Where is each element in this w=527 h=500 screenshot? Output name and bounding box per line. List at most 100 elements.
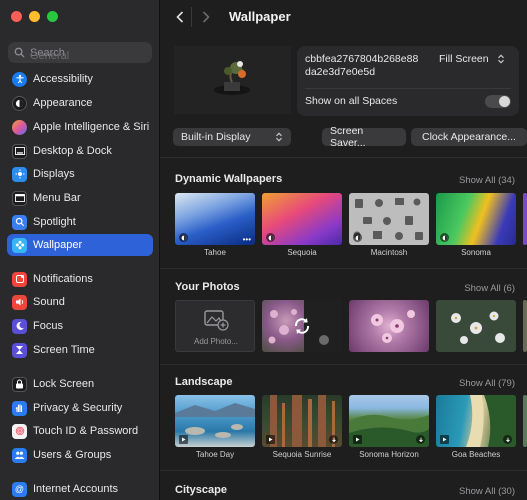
sidebar-item-label: Users & Groups: [33, 449, 112, 461]
sidebar-item-label: Sound: [33, 296, 65, 308]
sidebar-item-label: Lock Screen: [33, 378, 95, 390]
sidebar-item-desktop-dock[interactable]: Desktop & Dock: [7, 140, 153, 162]
wallpaper-label: Sonoma Horizon: [359, 450, 419, 459]
wallpaper-thumb-sequoia[interactable]: [262, 193, 342, 245]
show-all-dynamic-button[interactable]: Show All (34): [459, 175, 515, 186]
section-title-photos: Your Photos: [175, 281, 240, 293]
photo-thumb-pink-flowers[interactable]: [349, 300, 429, 352]
sidebar-item-internet-accounts[interactable]: @ Internet Accounts: [7, 478, 153, 500]
minimize-window-button[interactable]: [29, 11, 40, 22]
siri-icon: [12, 119, 27, 135]
fill-mode-value: Fill Screen: [439, 53, 489, 65]
download-icon[interactable]: [416, 435, 425, 444]
sidebar-item-touch-id[interactable]: Touch ID & Password: [7, 420, 153, 442]
chevron-left-icon: [175, 11, 183, 23]
sidebar-item-label: Internet Accounts: [33, 483, 118, 495]
show-all-spaces-toggle[interactable]: [485, 95, 511, 108]
page-title: Wallpaper: [229, 9, 291, 24]
wallpaper-thumb-tahoe[interactable]: •••: [175, 193, 255, 245]
moon-icon: [12, 318, 27, 334]
sidebar-item-lock-screen[interactable]: Lock Screen: [7, 373, 153, 395]
wallpaper-thumb-partial[interactable]: [523, 193, 527, 245]
photo-thumb-blossoms[interactable]: [262, 300, 342, 352]
close-window-button[interactable]: [11, 11, 22, 22]
sidebar-item-label: Focus: [33, 320, 63, 332]
zoom-window-button[interactable]: [47, 11, 58, 22]
back-button[interactable]: [168, 7, 192, 27]
appearance-icon: [12, 95, 27, 111]
forward-button[interactable]: [194, 7, 218, 27]
wallpaper-label: Goa Beaches: [451, 450, 501, 459]
show-all-landscape-button[interactable]: Show All (79): [459, 378, 515, 389]
wallpaper-label: Sequoia Sunrise: [272, 450, 332, 459]
wallpaper-thumb-goa-beaches[interactable]: [436, 395, 516, 447]
bonsai-preview-image: [174, 46, 291, 114]
window-controls: [11, 11, 58, 22]
wallpaper-name-line2: da2e3d7e0e5d: [305, 66, 376, 78]
wallpaper-thumb-partial[interactable]: [523, 395, 527, 447]
section-title-cityscape: Cityscape: [175, 484, 227, 496]
photo-thumb-white-flowers[interactable]: [436, 300, 516, 352]
video-icon: [440, 435, 449, 444]
wallpaper-thumb-sonoma[interactable]: [436, 193, 516, 245]
wallpaper-thumb-sonoma-horizon[interactable]: [349, 395, 429, 447]
display-select-value: Built-in Display: [181, 131, 251, 143]
sidebar-item-notifications[interactable]: Notifications: [7, 268, 153, 290]
notifications-icon: [12, 271, 27, 287]
clock-appearance-button[interactable]: Clock Appearance...: [411, 128, 527, 146]
sidebar-item-privacy-security[interactable]: Privacy & Security: [7, 397, 153, 419]
accessibility-icon: [12, 71, 27, 87]
dynamic-mode-icon: [179, 233, 188, 242]
lock-screen-icon: [12, 376, 27, 392]
display-select[interactable]: Built-in Display: [173, 128, 291, 146]
sidebar-item-displays[interactable]: Displays: [7, 163, 153, 185]
sidebar-item-spotlight[interactable]: Spotlight: [7, 211, 153, 233]
search-ghost-text: General: [30, 49, 70, 62]
sidebar-item-apple-intelligence[interactable]: Apple Intelligence & Siri: [7, 116, 153, 138]
photo-thumb-partial[interactable]: [523, 300, 527, 352]
video-icon: [353, 435, 362, 444]
add-photo-button[interactable]: Add Photo...: [175, 300, 255, 352]
chevron-updown-icon: [497, 54, 504, 64]
fingerprint-icon: [12, 423, 27, 439]
sound-icon: [12, 294, 27, 310]
sidebar-item-label: Touch ID & Password: [33, 425, 139, 437]
sidebar-item-appearance[interactable]: Appearance: [7, 92, 153, 114]
section-title-dynamic: Dynamic Wallpapers: [175, 173, 283, 185]
wallpaper-thumb-tahoe-day[interactable]: [175, 395, 255, 447]
download-icon[interactable]: [503, 435, 512, 444]
screen-saver-button[interactable]: Screen Saver...: [322, 125, 406, 149]
dynamic-mode-icon: [266, 233, 275, 242]
search-input[interactable]: General Search: [8, 42, 152, 63]
show-all-photos-button[interactable]: Show All (6): [464, 283, 515, 294]
download-icon[interactable]: [329, 435, 338, 444]
sidebar-item-screen-time[interactable]: Screen Time: [7, 339, 153, 361]
wallpaper-label: Macintosh: [370, 248, 408, 257]
sidebar-item-label: Notifications: [33, 273, 93, 285]
sidebar: General Search Accessibility Appearance …: [0, 0, 160, 500]
show-all-cityscape-button[interactable]: Show All (30): [459, 486, 515, 497]
sidebar-item-users-groups[interactable]: Users & Groups: [7, 444, 153, 466]
toolbar: Wallpaper: [160, 0, 527, 34]
sidebar-item-label: Desktop & Dock: [33, 145, 112, 157]
more-options-icon[interactable]: •••: [243, 235, 251, 244]
main-pane: Wallpaper cbbfea2767804b268e88 da2e3d7e0…: [160, 0, 527, 500]
wallpaper-thumb-macintosh[interactable]: [349, 193, 429, 245]
sidebar-item-sound[interactable]: Sound: [7, 291, 153, 313]
sidebar-item-label: Apple Intelligence & Siri: [33, 121, 150, 133]
wallpaper-thumb-sequoia-sunrise[interactable]: [262, 395, 342, 447]
sidebar-item-label: Spotlight: [33, 216, 76, 228]
wallpaper-name: cbbfea2767804b268e88 da2e3d7e0e5d: [305, 53, 425, 79]
wallpaper-info-card: cbbfea2767804b268e88 da2e3d7e0e5d Fill S…: [297, 46, 519, 116]
sidebar-item-menu-bar[interactable]: Menu Bar: [7, 187, 153, 209]
add-photo-label: Add Photo...: [193, 337, 239, 346]
sidebar-item-wallpaper[interactable]: Wallpaper: [7, 234, 153, 256]
fill-mode-select[interactable]: Fill Screen: [439, 53, 505, 65]
sidebar-item-accessibility[interactable]: Accessibility: [7, 68, 153, 90]
wallpaper-label: Sonoma: [461, 248, 491, 257]
wallpaper-label: Sequoia: [287, 248, 317, 257]
hand-icon: [12, 400, 27, 416]
sidebar-item-label: Screen Time: [33, 344, 95, 356]
sidebar-item-label: Privacy & Security: [33, 402, 123, 414]
sidebar-item-focus[interactable]: Focus: [7, 315, 153, 337]
